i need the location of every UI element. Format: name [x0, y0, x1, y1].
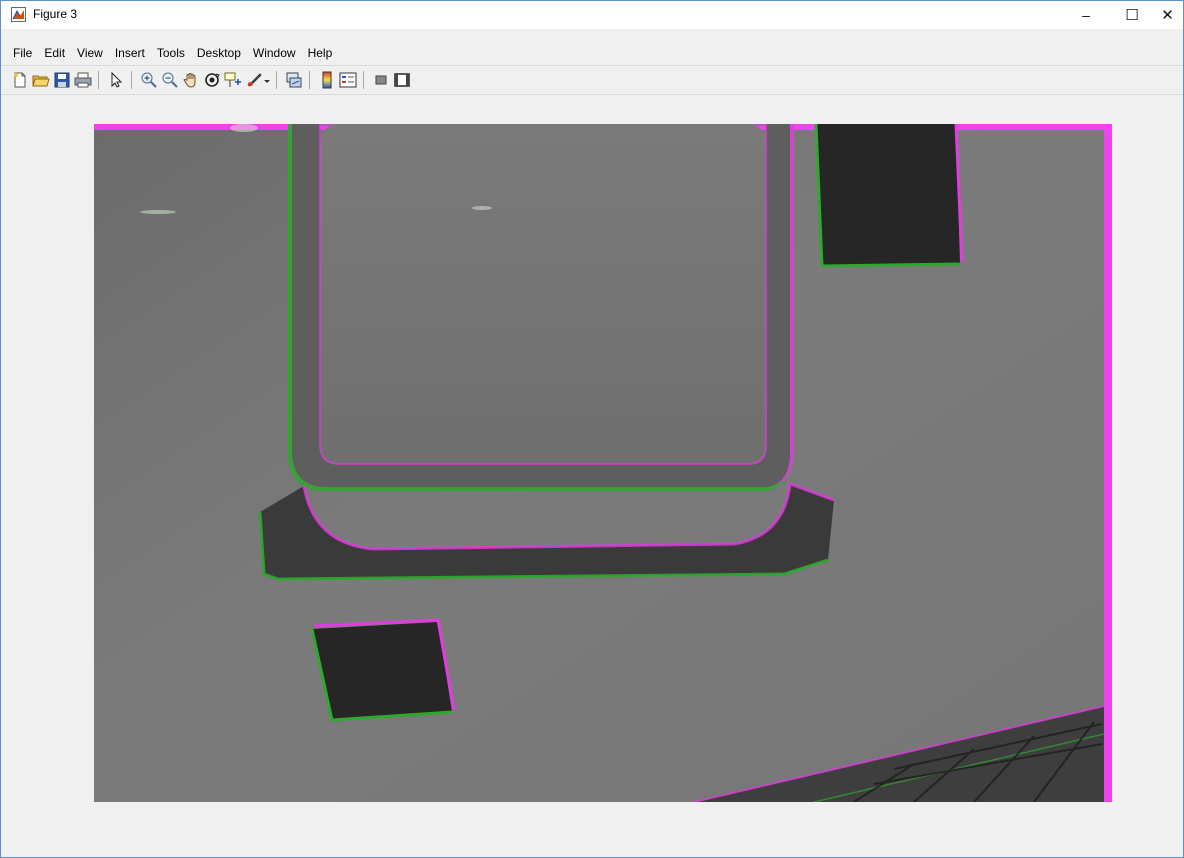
insert-legend-icon[interactable] — [339, 71, 357, 89]
figure-toolbar — [1, 65, 1183, 95]
door-panel — [320, 124, 766, 464]
edit-plot-arrow-icon[interactable] — [107, 71, 125, 89]
menu-file[interactable]: File — [1, 43, 38, 63]
menu-bar: File Edit View Insert Tools Desktop Wind… — [1, 43, 338, 63]
lower-left-panel — [312, 622, 452, 720]
menu-help[interactable]: Help — [302, 43, 339, 63]
link-plot-icon[interactable] — [285, 71, 303, 89]
toolbar-separator — [363, 71, 364, 89]
menu-window[interactable]: Window — [247, 43, 302, 63]
brush-icon[interactable] — [245, 71, 263, 89]
window-title: Figure 3 — [33, 7, 78, 21]
insert-colorbar-icon[interactable] — [318, 71, 336, 89]
minimize-button[interactable]: – — [1063, 1, 1109, 29]
data-cursor-icon[interactable] — [224, 71, 242, 89]
maximize-button[interactable]: ☐ — [1109, 1, 1155, 29]
maximize-icon: ☐ — [1125, 7, 1139, 24]
matlab-figure-icon — [11, 7, 26, 22]
new-figure-icon[interactable] — [11, 71, 29, 89]
figure-window: Figure 3 – ☐ ✕ File Edit View Insert Too… — [0, 0, 1184, 858]
menu-tools[interactable]: Tools — [151, 43, 191, 63]
upper-right-panel — [816, 124, 960, 266]
brush-dropdown-icon[interactable] — [263, 71, 271, 89]
close-icon: ✕ — [1161, 7, 1174, 24]
save-icon[interactable] — [53, 71, 71, 89]
toolbar-separator — [131, 71, 132, 89]
toolbar-separator — [98, 71, 99, 89]
toolbar-separator — [309, 71, 310, 89]
hide-plot-tools-icon[interactable] — [372, 71, 390, 89]
title-bar: Figure 3 – ☐ ✕ — [1, 1, 1183, 29]
open-file-icon[interactable] — [32, 71, 50, 89]
menu-view[interactable]: View — [71, 43, 109, 63]
magenta-right-edge — [1104, 124, 1112, 802]
menu-desktop[interactable]: Desktop — [191, 43, 247, 63]
close-button[interactable]: ✕ — [1151, 1, 1184, 29]
show-plot-tools-icon[interactable] — [393, 71, 411, 89]
overlay-image[interactable] — [94, 124, 1112, 802]
toolbar-separator — [276, 71, 277, 89]
zoom-out-icon[interactable] — [161, 71, 179, 89]
zoom-in-icon[interactable] — [140, 71, 158, 89]
menu-insert[interactable]: Insert — [109, 43, 151, 63]
rotate-3d-icon[interactable] — [203, 71, 221, 89]
minimize-icon: – — [1082, 7, 1090, 23]
pan-hand-icon[interactable] — [182, 71, 200, 89]
menu-edit[interactable]: Edit — [38, 43, 71, 63]
print-icon[interactable] — [74, 71, 92, 89]
